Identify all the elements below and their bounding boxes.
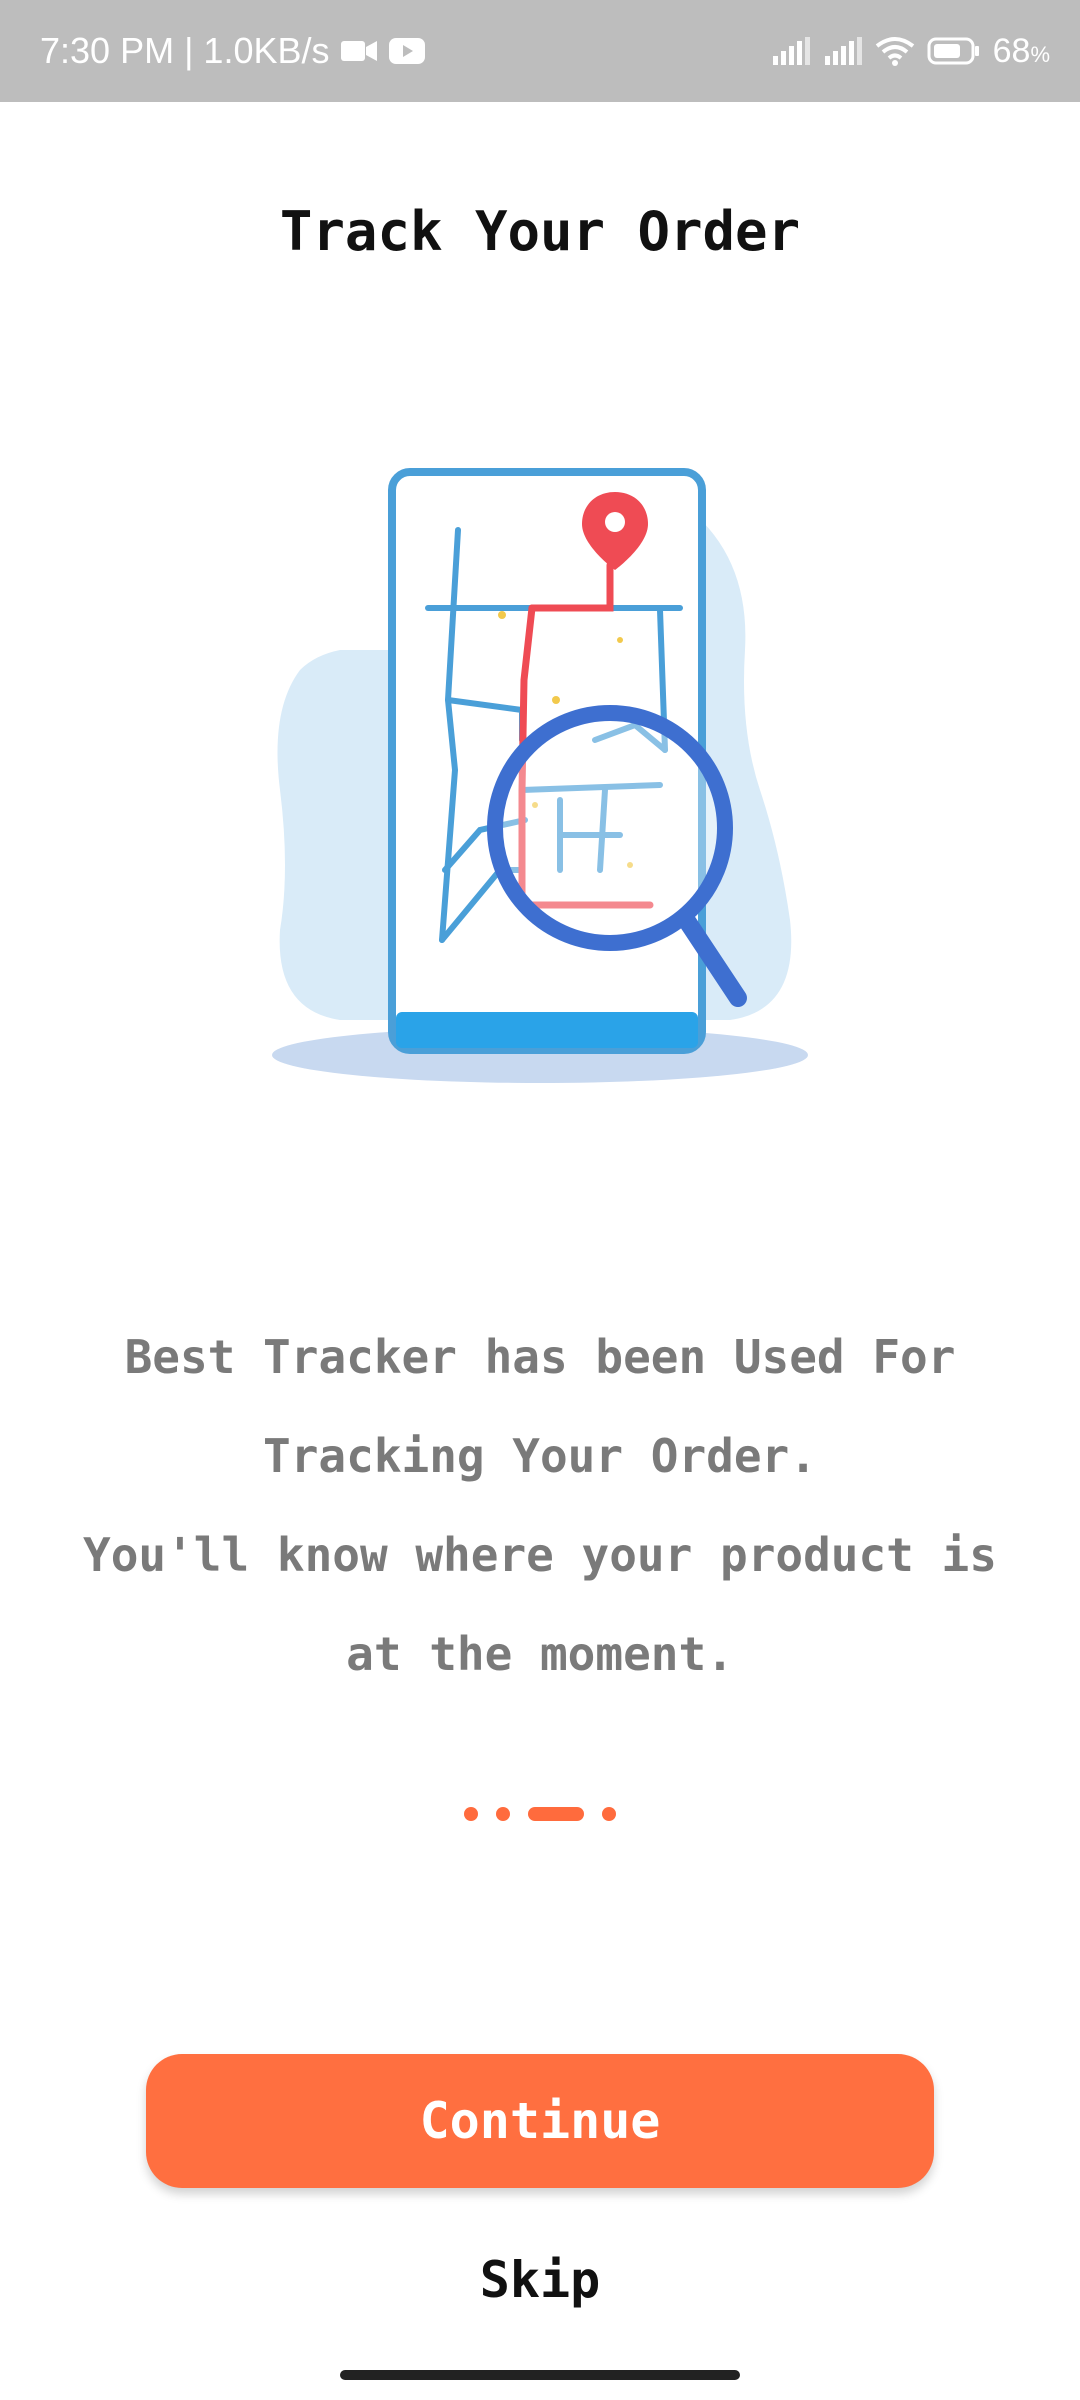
skip-button[interactable]: Skip <box>440 2240 640 2320</box>
page-dot <box>464 1807 478 1821</box>
description-line: Tracking Your Order. <box>263 1429 817 1483</box>
youtube-icon <box>388 37 426 65</box>
status-left: 7:30 PM | 1.0KB/s <box>40 0 426 102</box>
continue-button[interactable]: Continue <box>146 2054 934 2188</box>
onboarding-description: Best Tracker has been Used For Tracking … <box>40 1308 1040 1704</box>
signal-icon <box>823 36 863 66</box>
battery-percentage: 68% <box>992 31 1050 70</box>
page-dot-active <box>528 1807 584 1821</box>
battery-icon <box>927 36 981 66</box>
page-indicator <box>0 1804 1080 1824</box>
map-tracking-illustration <box>260 450 820 1100</box>
status-bar: 7:30 PM | 1.0KB/s 68% <box>0 0 1080 102</box>
video-camera-icon <box>340 38 378 64</box>
status-time-speed: 7:30 PM | 1.0KB/s <box>40 30 330 71</box>
signal-icon <box>771 36 811 66</box>
description-line: at the moment. <box>346 1627 734 1681</box>
description-line: You'll know where your product is <box>83 1528 997 1582</box>
page-dot <box>496 1807 510 1821</box>
page-dot <box>602 1807 616 1821</box>
status-right: 68% <box>771 0 1050 102</box>
description-line: Best Tracker has been Used For <box>124 1330 956 1384</box>
wifi-icon <box>875 36 915 66</box>
page-title: Track Your Order <box>279 200 801 263</box>
home-indicator[interactable] <box>340 2370 740 2380</box>
